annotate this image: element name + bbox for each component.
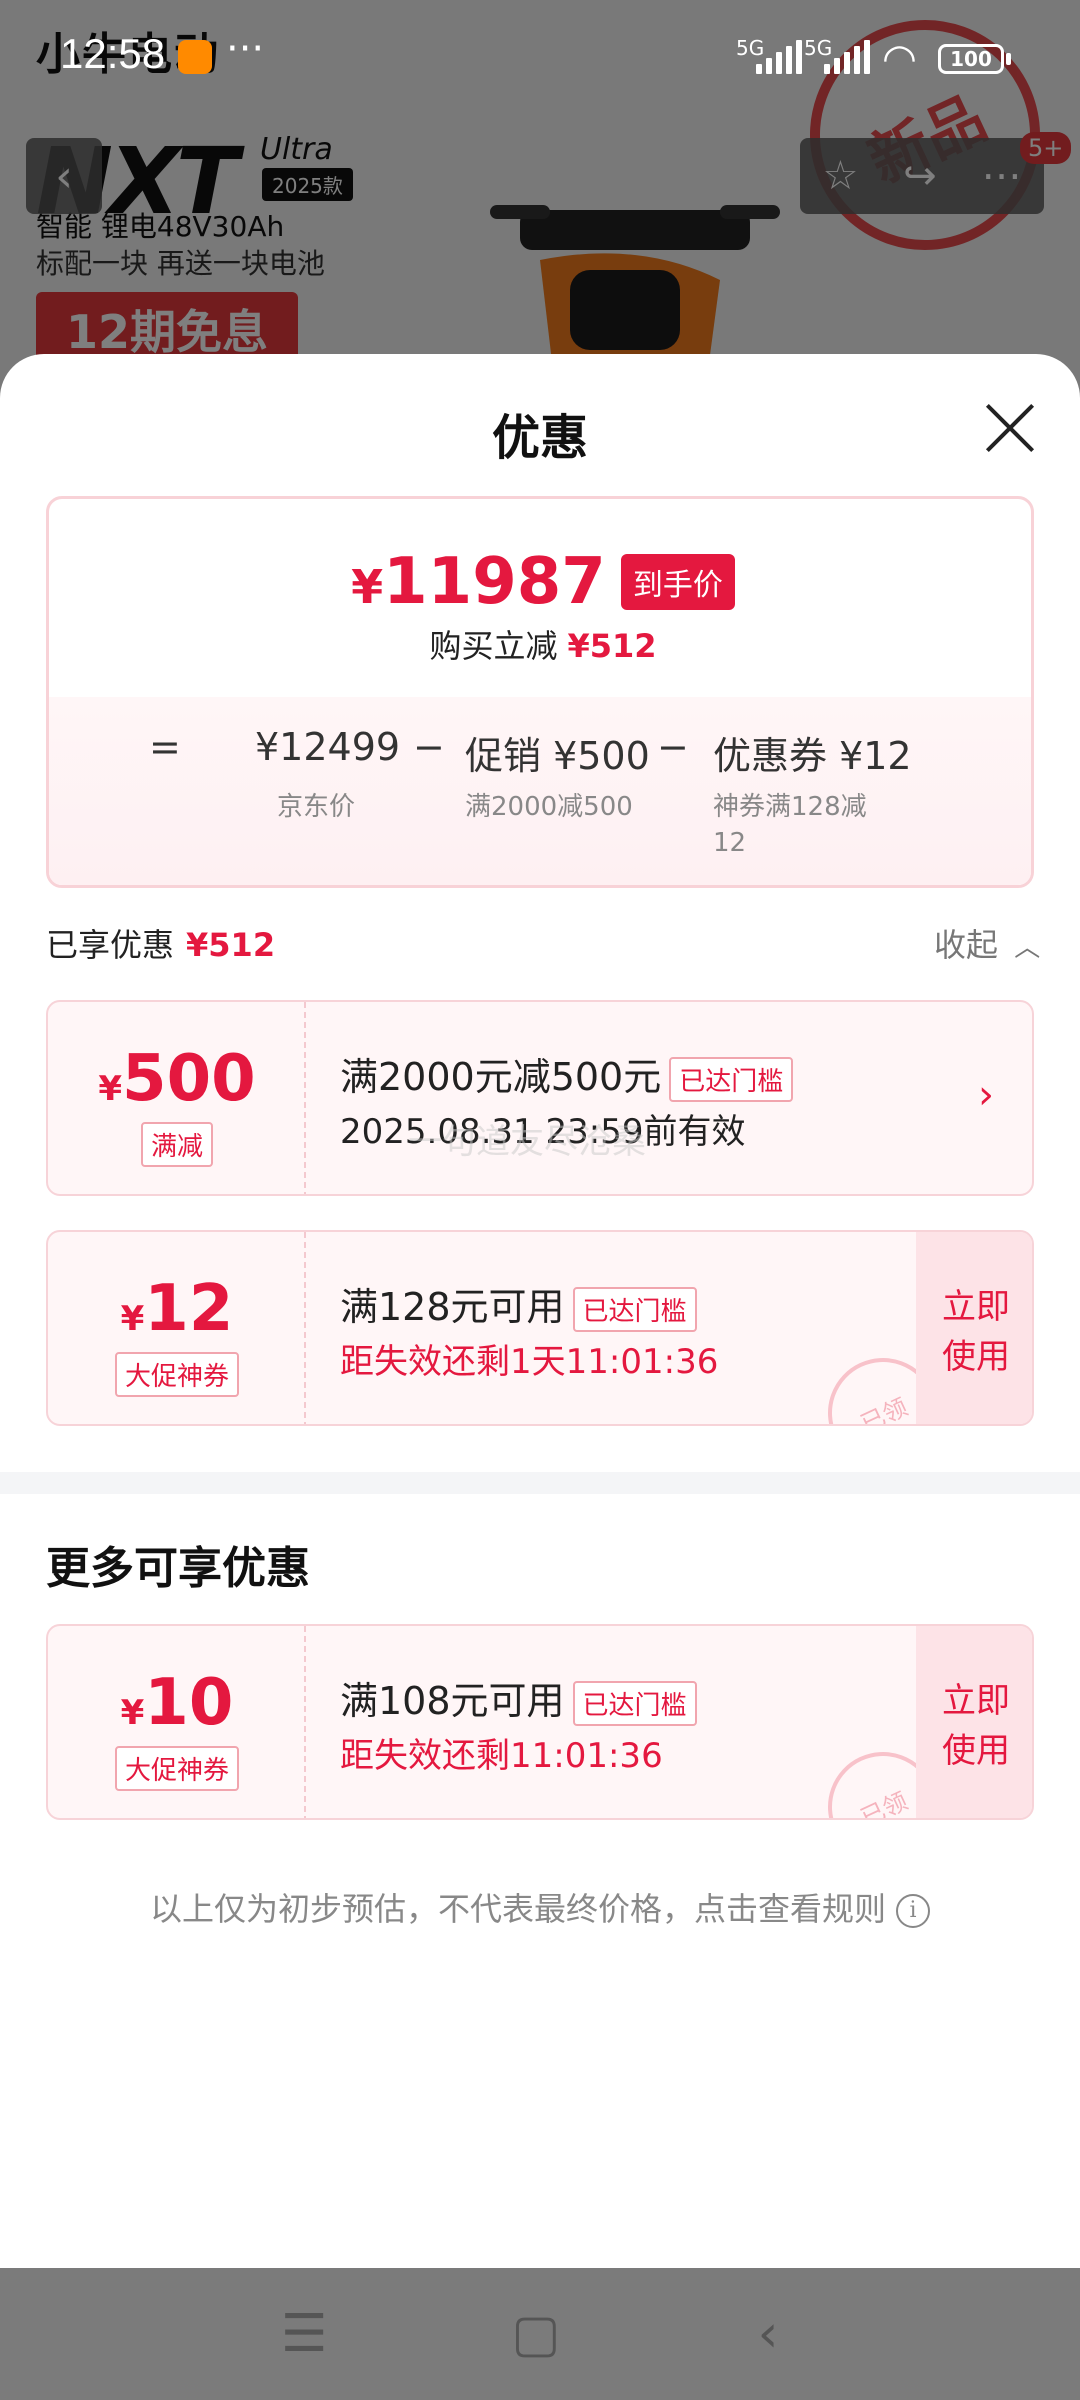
sheet-title: 优惠 [491, 410, 588, 466]
coupon-condition: 满128元可用 已达门槛 [340, 1276, 697, 1332]
signal-bars-1-icon [756, 40, 802, 74]
price-calculation: = ¥12499 京东价 − 促销 ¥500 满2000减500 − 优惠券 ¥… [49, 697, 1031, 885]
battery-icon: 100 [938, 44, 1004, 74]
threshold-reached-badge: 已达门槛 [669, 1057, 794, 1102]
system-nav-bar: ☰ ▢ ‹ [0, 2268, 1080, 2400]
discount-sheet: 优惠 ¥11987 到手价 购买立减 ¥512 = ¥12499 京东价 − 促销… [0, 354, 1080, 2269]
coupon-value-area: ¥500 满减 [48, 1002, 306, 1194]
coupon-value-area: ¥12 大促神券 [48, 1232, 306, 1424]
app-notification-icon [178, 40, 212, 74]
section-divider [0, 1472, 1080, 1494]
coupon-discount-label: 神券满128减 12 [713, 792, 867, 858]
coupon-discount: 优惠券 ¥12 [713, 734, 912, 778]
status-bar: 12:58 ··· 5G 5G ◠ 100 [0, 0, 1080, 110]
base-price: ¥12499 [255, 725, 401, 769]
promo-discount: 促销 ¥500 [465, 734, 650, 778]
menu-icon[interactable]: ☰ [264, 2302, 344, 2366]
info-icon: i [896, 1894, 930, 1928]
minus-sign-1: − [413, 725, 445, 769]
coupon-amount: ¥10 [120, 1666, 234, 1740]
battery-tip [1006, 53, 1011, 65]
clock: 12:58 [60, 30, 166, 77]
more-discounts-title: 更多可享优惠 [46, 1543, 310, 1594]
equals-sign: = [149, 725, 181, 769]
promo-coupon-card[interactable]: ¥500 满减 满2000元减500元 已达门槛 2025.08.31 23:59… [46, 1000, 1034, 1196]
threshold-reached-badge: 已达门槛 [572, 1681, 697, 1726]
more-coupon-card: ¥10 大促神券 满108元可用 已达门槛 距失效还剩11:01:36 已领 立即… [46, 1624, 1034, 1820]
minus-sign-2: − [657, 725, 689, 769]
coupon-value-area: ¥10 大促神券 [48, 1626, 306, 1818]
threshold-reached-badge: 已达门槛 [572, 1287, 697, 1332]
base-price-label: 京东价 [277, 792, 356, 822]
coupon-type-badge: 满减 [140, 1122, 213, 1167]
coupon-amount: ¥500 [98, 1042, 256, 1116]
coupon-countdown: 距失效还剩1天11:01:36 [340, 1342, 719, 1382]
promo-discount-label: 满2000减500 [465, 792, 633, 822]
final-price-tag: 到手价 [620, 554, 735, 610]
coupon-countdown: 距失效还剩11:01:36 [340, 1736, 663, 1776]
price-breakdown-card: ¥11987 到手价 购买立减 ¥512 = ¥12499 京东价 − 促销 ¥5… [46, 496, 1034, 888]
back-icon[interactable]: ‹ [728, 2302, 808, 2366]
home-icon[interactable]: ▢ [496, 2302, 576, 2366]
instant-reduction: 购买立减 ¥512 [429, 627, 657, 665]
more-notifications: ··· [226, 26, 265, 72]
coupon-amount: ¥12 [120, 1272, 234, 1346]
coupon-type-badge: 大促神券 [114, 1746, 239, 1791]
collapse-button[interactable]: 收起 ︿ [934, 920, 1040, 966]
chevron-right-icon[interactable]: › [978, 1072, 994, 1118]
shen-coupon-card: ¥12 大促神券 满128元可用 已达门槛 距失效还剩1天11:01:36 已领 … [46, 1230, 1034, 1426]
price-disclaimer-link[interactable]: 以上仅为初步预估，不代表最终价格，点击查看规则 i [0, 1884, 1080, 1930]
coupon-condition: 满2000元减500元 已达门槛 [340, 1046, 794, 1102]
final-price-row: ¥11987 到手价 [49, 545, 1031, 619]
signal-bars-2-icon [824, 40, 870, 74]
chevron-up-icon: ︿ [1014, 933, 1041, 963]
enjoyed-discount-row: 已享优惠 ¥512 [46, 926, 276, 964]
use-now-button[interactable]: 立即 使用 [916, 1232, 1032, 1424]
final-price: ¥11987 [351, 545, 606, 619]
watermark: 一句道友尽沧桑 [408, 1122, 646, 1162]
use-now-button[interactable]: 立即 使用 [916, 1626, 1032, 1818]
coupon-condition: 满108元可用 已达门槛 [340, 1670, 697, 1726]
wifi-icon: ◠ [882, 36, 917, 82]
coupon-type-badge: 大促神券 [114, 1352, 239, 1397]
close-icon[interactable] [980, 398, 1040, 458]
